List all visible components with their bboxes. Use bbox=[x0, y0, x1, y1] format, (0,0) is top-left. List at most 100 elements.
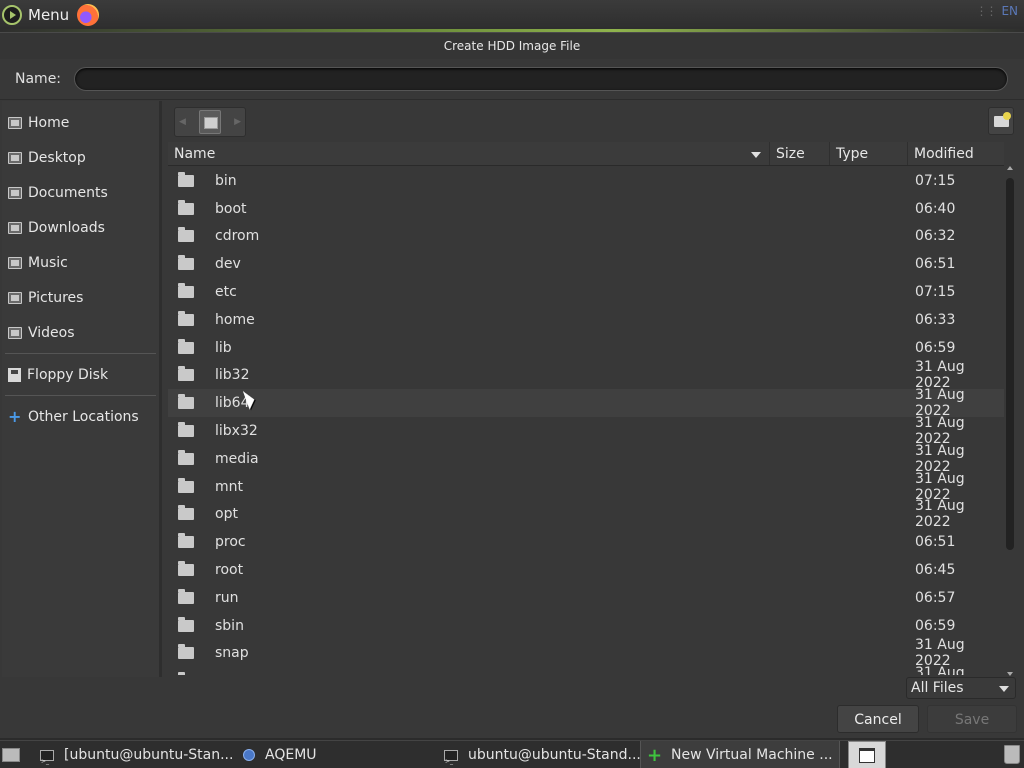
file-list: bin 07:15 boot 06:40 cdrom 06:32 dev 06:51 etc 07… bbox=[168, 167, 1004, 675]
sidebar-item-floppy-disk[interactable]: Floppy Disk bbox=[2, 357, 159, 392]
column-name[interactable]: Name bbox=[168, 142, 770, 165]
file-name: mnt bbox=[215, 478, 243, 495]
folder-icon bbox=[178, 366, 194, 382]
file-filter-dropdown[interactable]: All Files bbox=[906, 677, 1016, 699]
file-name: snap bbox=[215, 645, 249, 662]
sidebar-item-label: Documents bbox=[28, 184, 108, 201]
sidebar-item-other-locations[interactable]: + Other Locations bbox=[2, 399, 159, 434]
taskbar-item-new-vm[interactable]: + New Virtual Machine ... bbox=[640, 741, 840, 768]
file-name: home bbox=[215, 311, 255, 328]
file-row[interactable]: proc 06:51 bbox=[168, 528, 1004, 556]
file-modified: 31 Aug 2022 bbox=[915, 665, 965, 675]
column-modified[interactable]: Modified bbox=[908, 142, 1004, 165]
taskbar-item-label: ubuntu@ubuntu-Stand... bbox=[468, 747, 641, 763]
file-row[interactable]: boot 06:40 bbox=[168, 195, 1004, 223]
system-tray: ⋮⋮ EN bbox=[975, 4, 1018, 18]
file-row[interactable]: cdrom 06:32 bbox=[168, 223, 1004, 251]
file-modified: 07:15 bbox=[915, 172, 956, 189]
taskbar-item-terminal-1[interactable]: [ubuntu@ubuntu-Stan... bbox=[40, 741, 233, 768]
scrollbar-thumb[interactable] bbox=[1006, 178, 1014, 550]
file-row[interactable]: run 06:57 bbox=[168, 584, 1004, 612]
taskbar-item-active-window[interactable] bbox=[848, 741, 886, 768]
file-row[interactable]: lib 06:59 bbox=[168, 334, 1004, 362]
sidebar-item-label: Other Locations bbox=[28, 408, 139, 425]
file-row[interactable]: mnt 31 Aug 2022 bbox=[168, 471, 1004, 503]
save-button[interactable]: Save bbox=[927, 705, 1017, 733]
videos-folder-icon bbox=[8, 326, 22, 339]
file-modified: 06:51 bbox=[915, 534, 956, 551]
sidebar-item-documents[interactable]: Documents bbox=[2, 175, 159, 210]
file-chooser-dialog: Create HDD Image File Name: Home Desktop… bbox=[0, 32, 1024, 738]
cancel-button[interactable]: Cancel bbox=[837, 705, 919, 733]
file-row[interactable]: root 06:45 bbox=[168, 556, 1004, 584]
folder-icon bbox=[178, 644, 194, 660]
file-row[interactable]: snap 31 Aug 2022 bbox=[168, 637, 1004, 669]
folder-icon bbox=[178, 255, 194, 271]
file-row[interactable]: home 06:33 bbox=[168, 306, 1004, 334]
sidebar-item-pictures[interactable]: Pictures bbox=[2, 280, 159, 315]
places-sidebar: Home Desktop Documents Downloads Music P… bbox=[2, 101, 162, 677]
file-list-scrollbar[interactable] bbox=[1004, 166, 1016, 676]
file-row[interactable]: bin 07:15 bbox=[168, 167, 1004, 195]
taskbar-item-label: [ubuntu@ubuntu-Stan... bbox=[64, 747, 234, 763]
file-row[interactable]: libx32 31 Aug 2022 bbox=[168, 415, 1004, 447]
scroll-down-arrow-icon[interactable] bbox=[1007, 672, 1013, 676]
file-row[interactable]: lib64 31 Aug 2022 bbox=[168, 387, 1004, 419]
file-name: sbin bbox=[215, 617, 244, 634]
path-root-drive-button[interactable] bbox=[199, 110, 221, 134]
sidebar-item-desktop[interactable]: Desktop bbox=[2, 140, 159, 175]
file-row[interactable]: dev 06:51 bbox=[168, 250, 1004, 278]
firefox-launcher-icon[interactable] bbox=[77, 3, 100, 26]
path-bar: ◀ ▶ bbox=[174, 107, 246, 137]
menu-label: Menu bbox=[28, 5, 70, 24]
sidebar-item-label: Floppy Disk bbox=[27, 366, 109, 383]
path-back-arrow-icon[interactable]: ◀ bbox=[179, 117, 186, 127]
file-name-input[interactable] bbox=[74, 67, 1008, 91]
file-row[interactable]: lib32 31 Aug 2022 bbox=[168, 359, 1004, 391]
folder-icon bbox=[178, 422, 194, 438]
terminal-icon bbox=[444, 749, 458, 761]
taskbar-item-terminal-2[interactable]: ubuntu@ubuntu-Stand... bbox=[444, 741, 641, 768]
file-name: opt bbox=[215, 506, 238, 523]
folder-icon bbox=[178, 199, 194, 215]
show-desktop-folder-icon[interactable] bbox=[2, 741, 22, 768]
sidebar-item-label: Videos bbox=[28, 324, 75, 341]
sidebar-item-downloads[interactable]: Downloads bbox=[2, 210, 159, 245]
file-row[interactable]: opt 31 Aug 2022 bbox=[168, 498, 1004, 530]
column-type[interactable]: Type bbox=[830, 142, 908, 165]
aqemu-icon bbox=[243, 749, 255, 761]
file-modified: 06:51 bbox=[915, 256, 956, 273]
divider bbox=[0, 99, 1024, 100]
file-name: lib64 bbox=[215, 395, 250, 412]
scroll-up-arrow-icon[interactable] bbox=[1007, 166, 1013, 170]
terminal-icon bbox=[40, 749, 54, 761]
column-size[interactable]: Size bbox=[770, 142, 830, 165]
file-row[interactable]: srv 31 Aug 2022 bbox=[168, 665, 1004, 675]
create-folder-button[interactable] bbox=[988, 107, 1014, 135]
sidebar-item-label: Pictures bbox=[28, 289, 84, 306]
taskbar-item-aqemu[interactable]: AQEMU bbox=[243, 741, 317, 768]
menu-button[interactable]: Menu bbox=[0, 0, 69, 29]
file-name: bin bbox=[215, 172, 237, 189]
sidebar-item-music[interactable]: Music bbox=[2, 245, 159, 280]
taskbar: [ubuntu@ubuntu-Stan... AQEMU ubuntu@ubun… bbox=[0, 740, 1024, 768]
documents-folder-icon bbox=[8, 186, 22, 199]
sidebar-item-home[interactable]: Home bbox=[2, 105, 159, 140]
file-filter-value: All Files bbox=[911, 680, 964, 696]
sidebar-item-label: Music bbox=[28, 254, 68, 271]
folder-icon bbox=[178, 449, 194, 465]
sidebar-item-videos[interactable]: Videos bbox=[2, 315, 159, 350]
path-forward-arrow-icon[interactable]: ▶ bbox=[234, 117, 241, 127]
folder-icon bbox=[178, 533, 194, 549]
keyboard-language-indicator[interactable]: EN bbox=[1001, 4, 1018, 18]
file-row[interactable]: media 31 Aug 2022 bbox=[168, 443, 1004, 475]
trash-icon[interactable] bbox=[1004, 745, 1020, 764]
file-name: cdrom bbox=[215, 228, 260, 245]
file-modified: 06:40 bbox=[915, 200, 956, 217]
file-name: lib bbox=[215, 339, 232, 356]
folder-icon bbox=[178, 310, 194, 326]
file-row[interactable]: sbin 06:59 bbox=[168, 612, 1004, 640]
file-modified: 06:33 bbox=[915, 311, 956, 328]
folder-icon bbox=[178, 338, 194, 354]
file-row[interactable]: etc 07:15 bbox=[168, 278, 1004, 306]
